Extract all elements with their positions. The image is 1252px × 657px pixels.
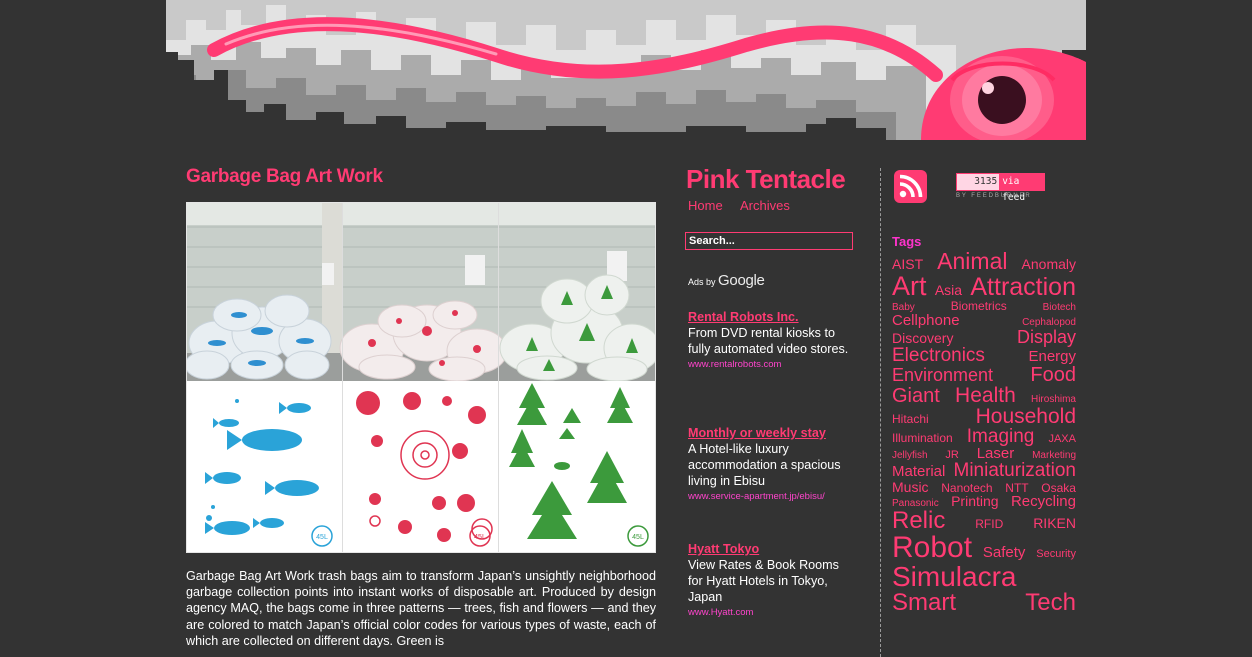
ad-title-link[interactable]: Monthly or weekly stay [688,425,853,441]
tag-link[interactable]: Display [1017,328,1076,346]
rss-feed-icon[interactable] [894,170,927,203]
bag-size-label-flowers: 45L [474,534,486,541]
tag-link[interactable]: Music [892,480,929,494]
ad-description: From DVD rental kiosks to fully automate… [688,326,849,356]
ad-unit: Rental Robots Inc. From DVD rental kiosk… [688,309,853,370]
tag-link[interactable]: Simulacra [892,563,1016,591]
ad-description: A Hotel-like luxury accommodation a spac… [688,442,841,488]
nav-archives-link[interactable]: Archives [740,198,790,213]
tag-link[interactable]: Recycling [1011,494,1076,509]
tag-line: Relic RFID RIKEN [892,509,1076,533]
tag-line: AIST Animal Anomaly [892,250,1076,273]
feedburner-counter[interactable]: 3135 via feed BY FEEDBURNER [956,173,1045,203]
search-input[interactable] [685,232,853,250]
tag-link[interactable]: Relic [892,509,945,533]
tag-link[interactable]: Illumination [892,432,953,444]
garbage-bag-photo-collage: 45L 45L 45L [187,203,655,552]
tag-link[interactable]: Tech [1025,591,1076,615]
post-title[interactable]: Garbage Bag Art Work [186,166,383,188]
tag-link[interactable]: Hitachi [892,413,929,425]
tag-link[interactable]: Asia [935,283,962,297]
tag-link[interactable]: Electronics [892,346,985,365]
tag-link[interactable]: Discovery [892,331,953,345]
ad-unit: Monthly or weekly stay A Hotel-like luxu… [688,425,853,502]
tag-line: Music Nanotech NTT Osaka [892,480,1076,494]
tag-link[interactable]: Art [892,273,927,300]
tag-link[interactable]: Material [892,464,945,479]
tag-link[interactable]: Cellphone [892,313,960,328]
banner-city-eye-illustration [166,0,1086,140]
tag-link[interactable]: Printing [951,494,998,508]
tag-link[interactable]: JAXA [1048,434,1076,445]
ad-url-link[interactable]: www.service-apartment.jp/ebisu/ [688,491,853,502]
sidebar-divider [880,168,881,657]
site-banner[interactable] [166,0,1086,140]
tag-line: Hitachi Household [892,406,1076,427]
tag-link[interactable]: AIST [892,257,923,271]
tag-link[interactable]: Animal [937,250,1007,273]
site-title[interactable]: Pink Tentacle [686,164,846,195]
tag-line: Illumination Imaging JAXA [892,427,1076,446]
tag-link[interactable]: Safety [983,545,1026,560]
post-photo: 45L 45L 45L [186,202,656,553]
tag-link[interactable]: Biotech [1043,303,1076,313]
ad-unit: Hyatt Tokyo View Rates & Book Rooms for … [688,541,853,618]
post-body: Garbage Bag Art Work trash bags aim to t… [186,569,656,648]
ads-by-google[interactable]: Ads by Google [688,272,765,289]
tag-line: Jellyfish JR Laser Marketing [892,446,1076,461]
ad-title-link[interactable]: Hyatt Tokyo [688,541,853,557]
tag-link[interactable]: Anomaly [1022,257,1076,271]
bag-size-label-trees: 45L [632,534,644,541]
tag-link[interactable]: Food [1030,365,1076,385]
tag-line: Robot Safety Security [892,533,1076,563]
tag-line: Simulacra [892,563,1076,591]
nav-home-link[interactable]: Home [688,198,723,213]
ad-url-link[interactable]: www.rentalrobots.com [688,359,853,370]
bag-size-label-fish: 45L [316,534,328,541]
tag-link[interactable]: Biometrics [951,300,1007,312]
tag-line: Discovery Display [892,328,1076,346]
tag-link[interactable]: Attraction [970,275,1076,300]
tags-heading: Tags [892,234,922,249]
subscriber-count: 3135 [957,174,1000,190]
ads-by-label: Ads by [688,277,716,287]
google-logo: Google [718,272,765,289]
tag-line: Smart Tech [892,591,1076,615]
tag-link[interactable]: Household [976,406,1076,427]
tag-link[interactable]: Environment [892,366,993,384]
tag-link[interactable]: Smart [892,591,956,615]
subscriber-label: via feed [1002,176,1026,203]
tag-link[interactable]: Giant [892,386,940,406]
tag-link[interactable]: Health [955,385,1016,406]
tag-link[interactable]: Imaging [967,427,1035,446]
tag-link[interactable]: Energy [1028,349,1076,364]
tag-line: Cellphone Cephalopod [892,313,1076,328]
tag-link[interactable]: RFID [975,518,1003,530]
tag-link[interactable]: Jellyfish [892,451,928,461]
tag-link[interactable]: Robot [892,533,972,563]
tag-link[interactable]: RIKEN [1033,516,1076,530]
tag-link[interactable]: Laser [977,446,1015,461]
tag-line: Art Asia Attraction [892,273,1076,300]
tag-link[interactable]: Hiroshima [1031,395,1076,405]
ad-url-link[interactable]: www.Hyatt.com [688,607,853,618]
tag-link[interactable]: Miniaturization [954,461,1077,480]
ad-title-link[interactable]: Rental Robots Inc. [688,309,853,325]
tag-line: Material Miniaturization [892,461,1076,480]
tag-link[interactable]: Security [1036,549,1076,560]
tag-line: Environment Food [892,365,1076,385]
feedburner-credit: BY FEEDBURNER [956,193,1032,199]
tag-cloud: AIST Animal Anomaly Art Asia Attraction Baby Bi… [892,250,1076,615]
ad-description: View Rates & Book Rooms for Hyatt Hotels… [688,558,839,604]
tag-line: Giant Health Hiroshima [892,385,1076,406]
tag-line: Electronics Energy [892,346,1076,365]
